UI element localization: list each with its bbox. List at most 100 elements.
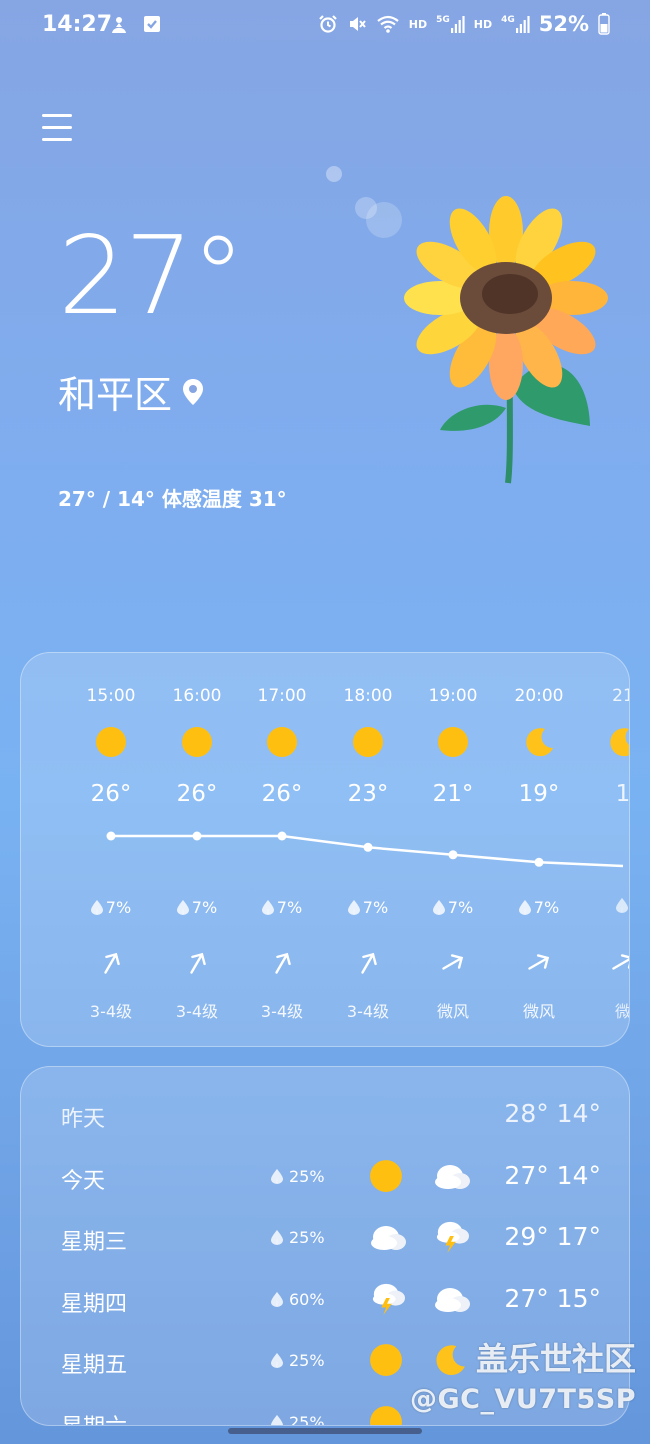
daily-row[interactable]: 星期四 60% 27° 15° — [61, 1278, 601, 1322]
hour-temperature: 19° — [518, 781, 560, 807]
status-bar: 14:27 HD 5G HD 4G 52% — [0, 0, 650, 56]
location-pin-icon — [183, 378, 204, 405]
raindrop-icon — [271, 1415, 283, 1425]
day-temperature-range: 27° 15° — [504, 1284, 601, 1313]
hourly-forecast-card[interactable]: 15:00 26° 7% 3-4级 16:00 26° 7% 3-4级 17:0… — [20, 652, 630, 1047]
hour-wind-arrow — [354, 949, 382, 977]
hour-label: 18:00 — [343, 686, 393, 706]
day-label: 星期五 — [61, 1353, 128, 1378]
network-hd-label-2: HD — [473, 17, 493, 31]
sun-icon — [96, 727, 126, 757]
location-name: 和平区 — [58, 373, 173, 417]
day-icon — [369, 1220, 407, 1256]
hour-weather-icon — [181, 726, 213, 758]
signal-4g: 4G — [501, 15, 530, 33]
day-label: 星期四 — [61, 1292, 128, 1317]
cloud-icon — [435, 1288, 470, 1312]
status-time: 14:27 — [42, 12, 113, 37]
wind-direction-arrow-icon — [612, 954, 629, 970]
raindrop-icon — [347, 900, 360, 915]
daily-row[interactable]: 昨天 28° 14° — [61, 1093, 601, 1137]
precip-value: 7% — [191, 898, 218, 917]
moon-icon — [436, 1345, 465, 1376]
raindrop-icon — [271, 1292, 283, 1307]
hour-label: 19:00 — [428, 686, 478, 706]
hour-precipitation: 7% — [499, 898, 579, 917]
hour-temperature: 26° — [261, 781, 303, 807]
day-label: 星期三 — [61, 1230, 128, 1255]
temperature-range-feels-like: 27° / 14° 体感温度 31° — [58, 487, 287, 511]
hour-weather-icon — [95, 726, 127, 758]
wind-direction-arrow-icon — [104, 952, 120, 974]
sunflower-illustration — [326, 166, 608, 484]
sun-icon — [438, 727, 468, 757]
day-temperature-range: 29° 17° — [504, 1222, 601, 1251]
daily-row[interactable]: 今天 25% 27° 14° — [61, 1155, 601, 1199]
raindrop-icon — [271, 1353, 283, 1368]
moon-icon — [610, 728, 629, 757]
hour-temperature: 21° — [432, 781, 474, 807]
system-status-icons: HD 5G HD 4G 52% — [318, 12, 610, 36]
day-precipitation: 25% — [271, 1413, 325, 1426]
day-icon — [369, 1282, 407, 1318]
hour-label: 21 — [612, 686, 629, 706]
night-icon — [433, 1097, 471, 1133]
hourly-item: 15:00 26° 7% 3-4级 — [71, 653, 151, 1046]
daily-row[interactable]: 星期三 25% 29° 17° — [61, 1216, 601, 1260]
menu-button[interactable] — [42, 114, 72, 144]
wifi-icon — [377, 15, 399, 33]
day-temperature-range: 27° 14° — [504, 1161, 601, 1190]
home-indicator[interactable] — [228, 1428, 422, 1434]
sun-icon — [267, 727, 297, 757]
day-icon — [369, 1343, 407, 1379]
hour-label: 16:00 — [172, 686, 222, 706]
precip-value: 7% — [105, 898, 132, 917]
hour-wind: 微 — [614, 1002, 630, 1021]
hour-precipitation: 7% — [328, 898, 408, 917]
sun-icon — [370, 1406, 402, 1425]
precip-value: 25% — [289, 1413, 325, 1426]
watermark-handle: @GC_VU7T5SP — [409, 1384, 636, 1415]
sun-icon — [370, 1344, 402, 1376]
hour-temperature: 26° — [90, 781, 132, 807]
hourly-item: 20:00 19° 7% 微风 — [499, 653, 579, 1046]
wind-direction-arrow-icon — [361, 952, 377, 974]
hour-label: 20:00 — [514, 686, 564, 706]
precip-value: 25% — [289, 1351, 325, 1370]
menu-icon — [42, 114, 72, 117]
cloud-icon — [371, 1226, 406, 1250]
precip-value: 7% — [447, 898, 474, 917]
raindrop-icon — [271, 1169, 283, 1184]
day-precipitation: 25% — [271, 1228, 325, 1247]
notification-app-icon — [112, 17, 126, 33]
sun-icon — [370, 1160, 402, 1192]
location-button[interactable]: 和平区 — [58, 364, 204, 419]
precip-value: 25% — [289, 1167, 325, 1186]
cloud-icon — [435, 1165, 470, 1189]
hourly-item: 17:00 26° 7% 3-4级 — [242, 653, 322, 1046]
hour-wind: 3-4级 — [175, 1002, 219, 1021]
wind-direction-arrow-icon — [275, 952, 291, 974]
night-icon — [433, 1282, 471, 1318]
day-label: 昨天 — [61, 1107, 106, 1132]
hour-label: 15:00 — [86, 686, 136, 706]
day-icon — [369, 1097, 407, 1133]
raindrop-icon — [271, 1230, 283, 1245]
moon-icon — [526, 728, 553, 757]
hour-wind-arrow — [183, 949, 211, 977]
hour-wind: 微风 — [522, 1002, 555, 1021]
raindrop-icon — [176, 900, 189, 915]
raindrop-icon — [518, 900, 531, 915]
hour-wind: 3-4级 — [260, 1002, 304, 1021]
watermark-title: 盖乐世社区 — [475, 1340, 636, 1378]
hour-wind-arrow — [525, 949, 553, 977]
hour-precipitation: 7% — [157, 898, 237, 917]
precip-value: 25% — [289, 1228, 325, 1247]
precip-value: 7% — [533, 898, 560, 917]
hour-precipitation: 7% — [71, 898, 151, 917]
checkbox-notification-icon — [144, 16, 160, 32]
night-icon — [433, 1159, 471, 1195]
hour-precipitation — [583, 898, 629, 913]
hourly-item: 21 1 微 — [583, 653, 630, 1046]
hour-weather-icon — [266, 726, 298, 758]
